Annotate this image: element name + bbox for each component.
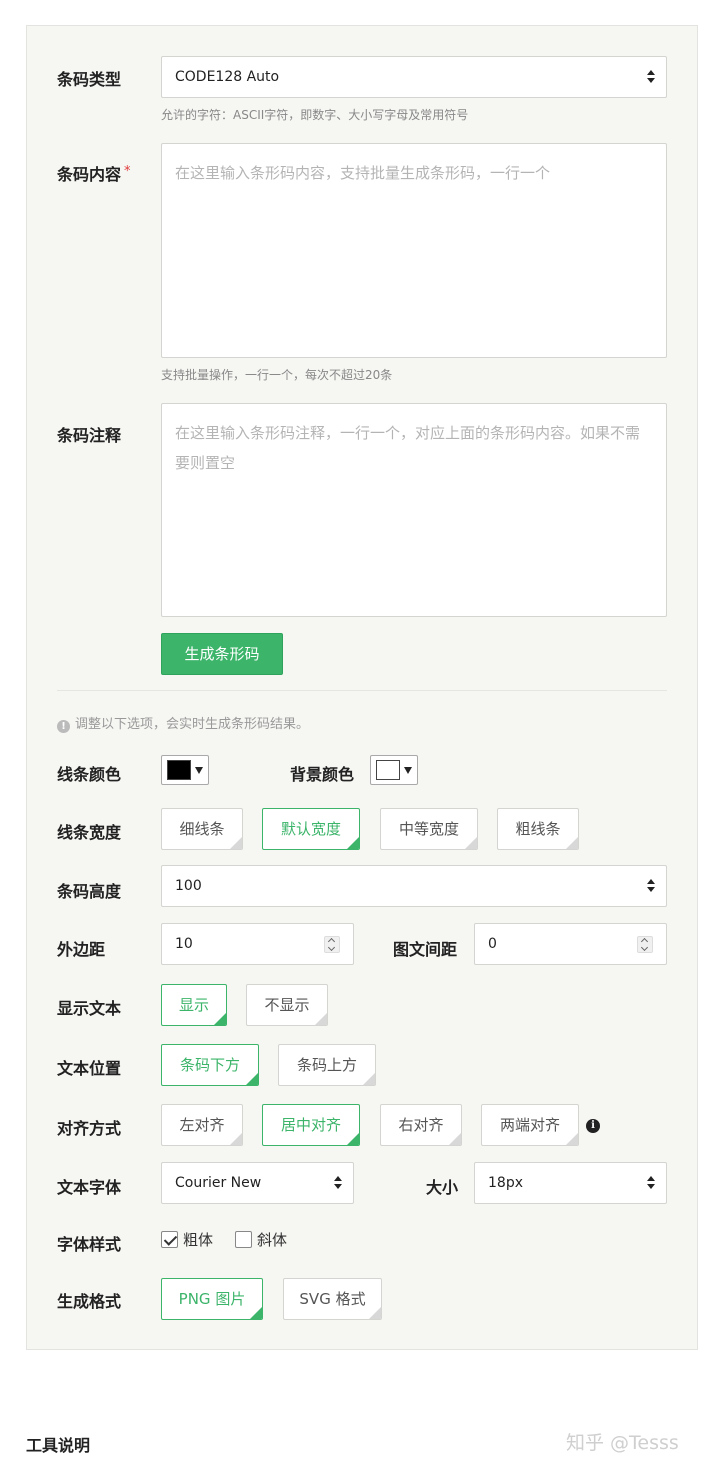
select-arrows-icon	[647, 70, 655, 84]
margin-input[interactable]: 10	[161, 923, 354, 965]
text-position-option-below[interactable]: 条码下方	[161, 1044, 259, 1086]
italic-checkbox-label: 斜体	[257, 1231, 288, 1249]
line-width-option-thin[interactable]: 细线条	[161, 808, 243, 850]
barcode-height-value: 100	[175, 878, 202, 894]
barcode-type-label: 条码类型	[57, 70, 122, 89]
italic-checkbox[interactable]: 斜体	[235, 1231, 287, 1249]
text-gap-value: 0	[488, 936, 497, 952]
select-arrows-icon	[647, 879, 655, 893]
number-spinner-icon[interactable]	[637, 936, 653, 953]
barcode-note-placeholder: 在这里输入条形码注释，一行一个，对应上面的条形码内容。如果不需要则置空	[175, 424, 641, 472]
line-width-option-medium[interactable]: 中等宽度	[380, 808, 478, 850]
select-arrows-icon	[647, 1176, 655, 1190]
barcode-height-select[interactable]: 100	[161, 865, 667, 907]
line-color-picker[interactable]	[161, 755, 209, 785]
font-select[interactable]: Courier New	[161, 1162, 354, 1204]
barcode-generator-panel: 条码类型 CODE128 Auto 允许的字符：ASCII字符，即数字、大小写字…	[26, 25, 698, 1350]
line-color-swatch	[167, 760, 191, 780]
barcode-note-textarea[interactable]: 在这里输入条形码注释，一行一个，对应上面的条形码内容。如果不需要则置空	[161, 403, 667, 617]
exclamation-icon: !	[57, 720, 70, 733]
tool-description-title: 工具说明	[26, 1436, 91, 1455]
barcode-content-textarea[interactable]: 在这里输入条形码内容，支持批量生成条形码，一行一个	[161, 143, 667, 358]
select-arrows-icon	[334, 1176, 342, 1190]
barcode-content-placeholder: 在这里输入条形码内容，支持批量生成条形码，一行一个	[175, 164, 551, 182]
margin-value: 10	[175, 936, 193, 952]
barcode-type-help: 允许的字符：ASCII字符，即数字、大小写字母及常用符号	[161, 108, 469, 122]
line-width-label: 线条宽度	[57, 823, 122, 842]
text-position-option-above[interactable]: 条码上方	[278, 1044, 376, 1086]
required-mark: *	[124, 164, 131, 179]
realtime-tip-text: 调整以下选项，会实时生成条形码结果。	[75, 717, 310, 732]
barcode-type-select[interactable]: CODE128 Auto	[161, 56, 667, 98]
bold-checkbox-label: 粗体	[183, 1231, 214, 1249]
checkbox-checked-icon[interactable]	[161, 1231, 178, 1248]
alignment-option-left[interactable]: 左对齐	[161, 1104, 243, 1146]
text-gap-label: 图文间距	[393, 940, 458, 959]
bg-color-label: 背景颜色	[290, 765, 355, 784]
output-format-label: 生成格式	[57, 1292, 122, 1311]
show-text-label: 显示文本	[57, 999, 122, 1018]
barcode-height-label: 条码高度	[57, 882, 122, 901]
margin-label: 外边距	[57, 940, 106, 959]
info-icon[interactable]: i	[586, 1119, 600, 1133]
dropdown-caret-icon	[195, 767, 203, 774]
show-text-option-show[interactable]: 显示	[161, 984, 227, 1026]
divider	[57, 690, 667, 691]
size-label: 大小	[426, 1178, 459, 1197]
barcode-type-value: CODE128 Auto	[175, 69, 280, 85]
font-value: Courier New	[175, 1175, 262, 1191]
text-gap-input[interactable]: 0	[474, 923, 667, 965]
output-format-option-png[interactable]: PNG 图片	[161, 1278, 263, 1320]
font-label: 文本字体	[57, 1178, 122, 1197]
realtime-tip: ! 调整以下选项，会实时生成条形码结果。	[57, 713, 309, 733]
text-position-label: 文本位置	[57, 1059, 122, 1078]
size-value: 18px	[488, 1175, 523, 1191]
line-width-option-thick[interactable]: 粗线条	[497, 808, 579, 850]
watermark: 知乎 @Tesss	[566, 1432, 679, 1454]
alignment-option-right[interactable]: 右对齐	[380, 1104, 462, 1146]
size-select[interactable]: 18px	[474, 1162, 667, 1204]
line-color-label: 线条颜色	[57, 765, 122, 784]
barcode-note-label: 条码注释	[57, 426, 122, 445]
alignment-option-justify[interactable]: 两端对齐	[481, 1104, 579, 1146]
font-style-label: 字体样式	[57, 1235, 122, 1254]
generate-barcode-button[interactable]: 生成条形码	[161, 633, 283, 675]
barcode-content-label: 条码内容 *	[57, 161, 131, 185]
barcode-content-help: 支持批量操作，一行一个，每次不超过20条	[161, 368, 393, 382]
number-spinner-icon[interactable]	[324, 936, 340, 953]
output-format-option-svg[interactable]: SVG 格式	[283, 1278, 382, 1320]
barcode-content-label-text: 条码内容	[57, 165, 122, 184]
bold-checkbox[interactable]: 粗体	[161, 1231, 213, 1249]
dropdown-caret-icon	[404, 767, 412, 774]
checkbox-unchecked-icon[interactable]	[235, 1231, 252, 1248]
line-width-option-default[interactable]: 默认宽度	[262, 808, 360, 850]
bg-color-swatch	[376, 760, 400, 780]
alignment-option-center[interactable]: 居中对齐	[262, 1104, 360, 1146]
alignment-label: 对齐方式	[57, 1119, 122, 1138]
show-text-option-hide[interactable]: 不显示	[246, 984, 328, 1026]
bg-color-picker[interactable]	[370, 755, 418, 785]
